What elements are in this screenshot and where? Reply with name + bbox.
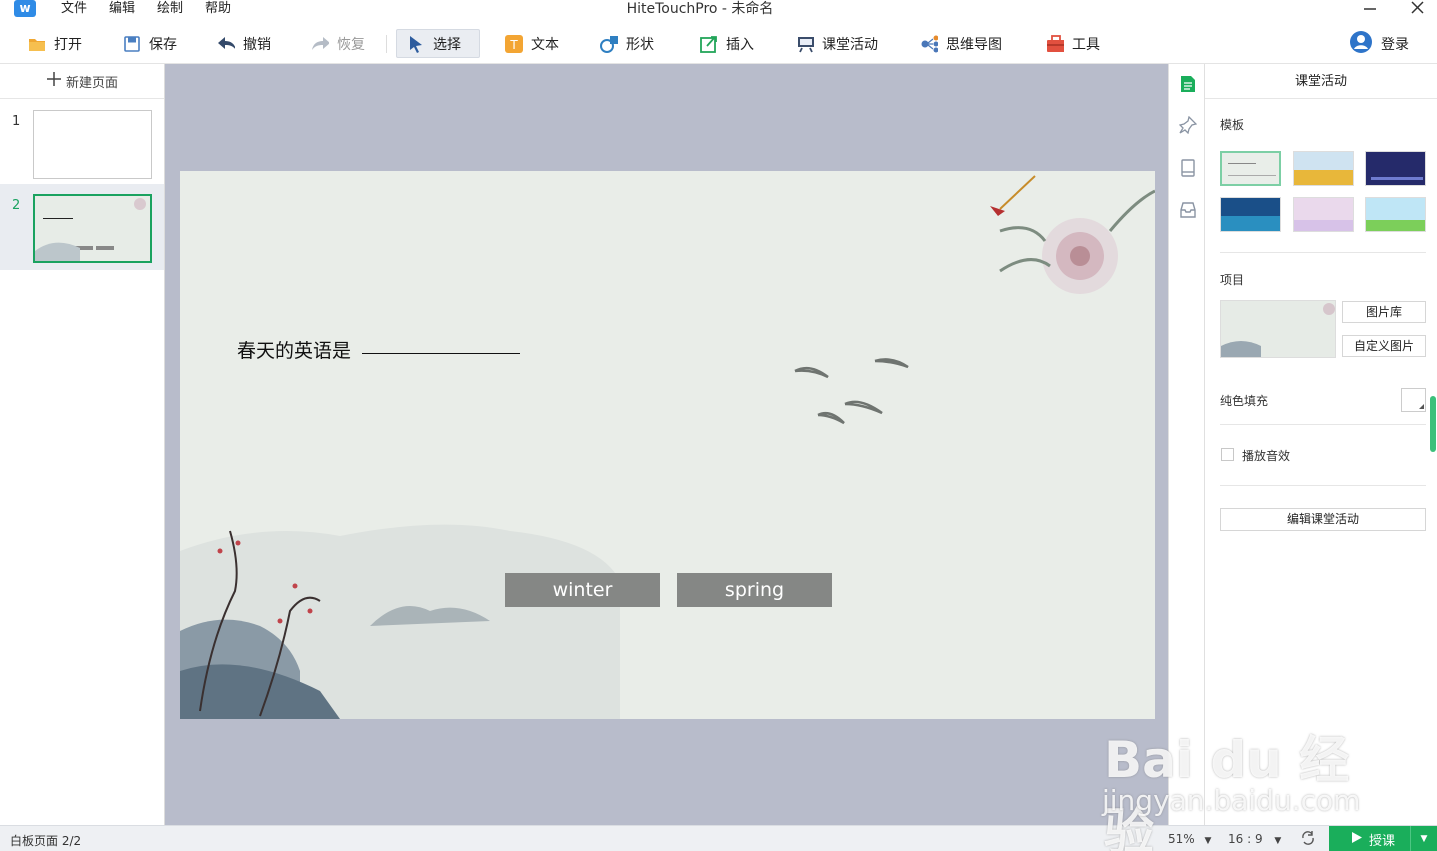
- edit-class-activity-button[interactable]: 编辑课堂活动: [1220, 508, 1426, 531]
- template-pastel-sky[interactable]: [1293, 197, 1354, 232]
- toolbar: 打开 保存 撤销 恢复 选择 T 文本 形状 插入 课堂活动 思维导图 工具 登…: [0, 22, 1437, 64]
- mindmap-label: 思维导图: [946, 36, 1002, 53]
- chevron-down-icon: ▼: [1274, 836, 1282, 846]
- page-indicator: 白板页面 2/2: [10, 834, 82, 848]
- template-green-meadow[interactable]: [1365, 197, 1426, 232]
- class-activity-label: 课堂活动: [822, 36, 878, 53]
- page-preview: [33, 110, 152, 179]
- redo-arrow-icon: [311, 35, 329, 53]
- insert-icon: [700, 35, 718, 53]
- properties-title: 课堂活动: [1205, 64, 1437, 99]
- text-label: 文本: [531, 36, 559, 53]
- divider: [1220, 485, 1426, 486]
- new-page-label: 新建页面: [65, 75, 118, 91]
- teach-dropdown-icon[interactable]: ▼: [1410, 826, 1437, 851]
- plus-icon: [46, 71, 62, 91]
- book-icon[interactable]: [1178, 158, 1198, 178]
- answer-option-winter[interactable]: winter: [505, 573, 660, 607]
- aspect-ratio-value: 16 : 9: [1228, 832, 1263, 846]
- shape-button[interactable]: 形状: [590, 30, 664, 57]
- undo-label: 撤销: [243, 36, 271, 53]
- pin-icon[interactable]: [1178, 115, 1198, 135]
- canvas-area[interactable]: 春天的英语是 winter spring: [165, 64, 1168, 825]
- folder-icon: [28, 35, 46, 53]
- question-text[interactable]: 春天的英语是: [237, 336, 351, 363]
- mindmap-icon: [920, 35, 938, 53]
- page-number: 1: [12, 114, 21, 129]
- insert-label: 插入: [726, 36, 754, 53]
- floppy-disk-icon: [123, 35, 141, 53]
- properties-panel: 课堂活动 模板 项目 图片库 自定义图片 纯色填充 播放音效 编辑课堂活动: [1205, 64, 1437, 825]
- template-ocean[interactable]: [1220, 197, 1281, 232]
- template-night-sky[interactable]: [1365, 151, 1426, 186]
- play-sound-checkbox[interactable]: [1221, 448, 1234, 461]
- save-button[interactable]: 保存: [113, 30, 187, 57]
- shapes-icon: [600, 35, 618, 53]
- page-thumbnail-1[interactable]: 1: [0, 100, 164, 186]
- chevron-down-icon: ▼: [1204, 836, 1212, 846]
- text-tool-icon: T: [505, 34, 523, 53]
- svg-text:T: T: [509, 38, 518, 52]
- zoom-value: 51%: [1168, 832, 1195, 846]
- archive-icon[interactable]: [1178, 200, 1198, 220]
- panel-scrollbar[interactable]: [1430, 396, 1436, 452]
- insert-button[interactable]: 插入: [690, 30, 764, 57]
- document-properties-icon[interactable]: [1178, 74, 1198, 94]
- template-ink-landscape[interactable]: [1220, 151, 1281, 186]
- redo-button[interactable]: 恢复: [301, 30, 375, 57]
- open-button[interactable]: 打开: [18, 30, 92, 57]
- login-button[interactable]: 登录: [1349, 30, 1409, 58]
- undo-button[interactable]: 撤销: [207, 30, 281, 57]
- undo-arrow-icon: [217, 35, 235, 53]
- answer-blank-line: [362, 353, 520, 354]
- window-title: HiteTouchPro - 未命名: [626, 1, 774, 17]
- play-sound-label: 播放音效: [1242, 449, 1291, 463]
- play-icon: [1351, 831, 1363, 848]
- aspect-ratio-selector[interactable]: 16 : 9 ▼: [1228, 832, 1281, 846]
- toolbar-divider: [386, 35, 387, 53]
- classroom-board-icon: [796, 35, 814, 53]
- status-bar: 白板页面 2/2 51% ▼ 16 : 9 ▼ 授课 ▼: [0, 825, 1437, 851]
- text-button[interactable]: T 文本: [495, 30, 569, 57]
- mindmap-button[interactable]: 思维导图: [910, 30, 1012, 57]
- divider: [1220, 424, 1426, 425]
- toolbox-icon: [1046, 34, 1064, 53]
- slide[interactable]: 春天的英语是 winter spring: [180, 171, 1155, 719]
- custom-image-button[interactable]: 自定义图片: [1342, 335, 1426, 357]
- page-number: 2: [12, 198, 21, 213]
- page-panel: 新建页面 1 2: [0, 64, 165, 825]
- minimize-icon[interactable]: [1362, 0, 1378, 19]
- item-background-preview[interactable]: [1220, 300, 1336, 358]
- select-button[interactable]: 选择: [396, 29, 480, 58]
- answer-option-spring[interactable]: spring: [677, 573, 832, 607]
- class-activity-button[interactable]: 课堂活动: [786, 30, 888, 57]
- page-thumbnail-2[interactable]: 2: [0, 184, 164, 270]
- select-label: 选择: [433, 36, 461, 53]
- template-label: 模板: [1220, 118, 1245, 132]
- solid-fill-label: 纯色填充: [1220, 394, 1269, 408]
- image-library-button[interactable]: 图片库: [1342, 301, 1426, 323]
- teach-label: 授课: [1369, 833, 1396, 849]
- fill-color-picker[interactable]: [1401, 388, 1426, 412]
- item-label: 项目: [1220, 273, 1245, 287]
- zoom-selector[interactable]: 51% ▼: [1168, 832, 1211, 846]
- sync-icon[interactable]: [1300, 830, 1316, 849]
- open-label: 打开: [54, 36, 82, 53]
- side-icon-strip: [1168, 64, 1205, 825]
- slide-background-art: [180, 175, 1155, 719]
- user-avatar-icon: [1349, 30, 1373, 58]
- tools-label: 工具: [1072, 36, 1100, 53]
- login-label: 登录: [1381, 37, 1409, 53]
- divider: [1220, 252, 1426, 253]
- page-preview: [33, 194, 152, 263]
- template-wheat-field[interactable]: [1293, 151, 1354, 186]
- tools-button[interactable]: 工具: [1036, 30, 1110, 57]
- cursor-arrow-icon: [407, 35, 425, 53]
- close-icon[interactable]: [1409, 0, 1425, 19]
- redo-label: 恢复: [337, 36, 365, 53]
- new-page-button[interactable]: 新建页面: [0, 64, 164, 99]
- save-label: 保存: [149, 36, 177, 53]
- title-bar: w 文件 编辑 绘制 帮助 HiteTouchPro - 未命名: [0, 0, 1437, 20]
- shape-label: 形状: [626, 36, 654, 53]
